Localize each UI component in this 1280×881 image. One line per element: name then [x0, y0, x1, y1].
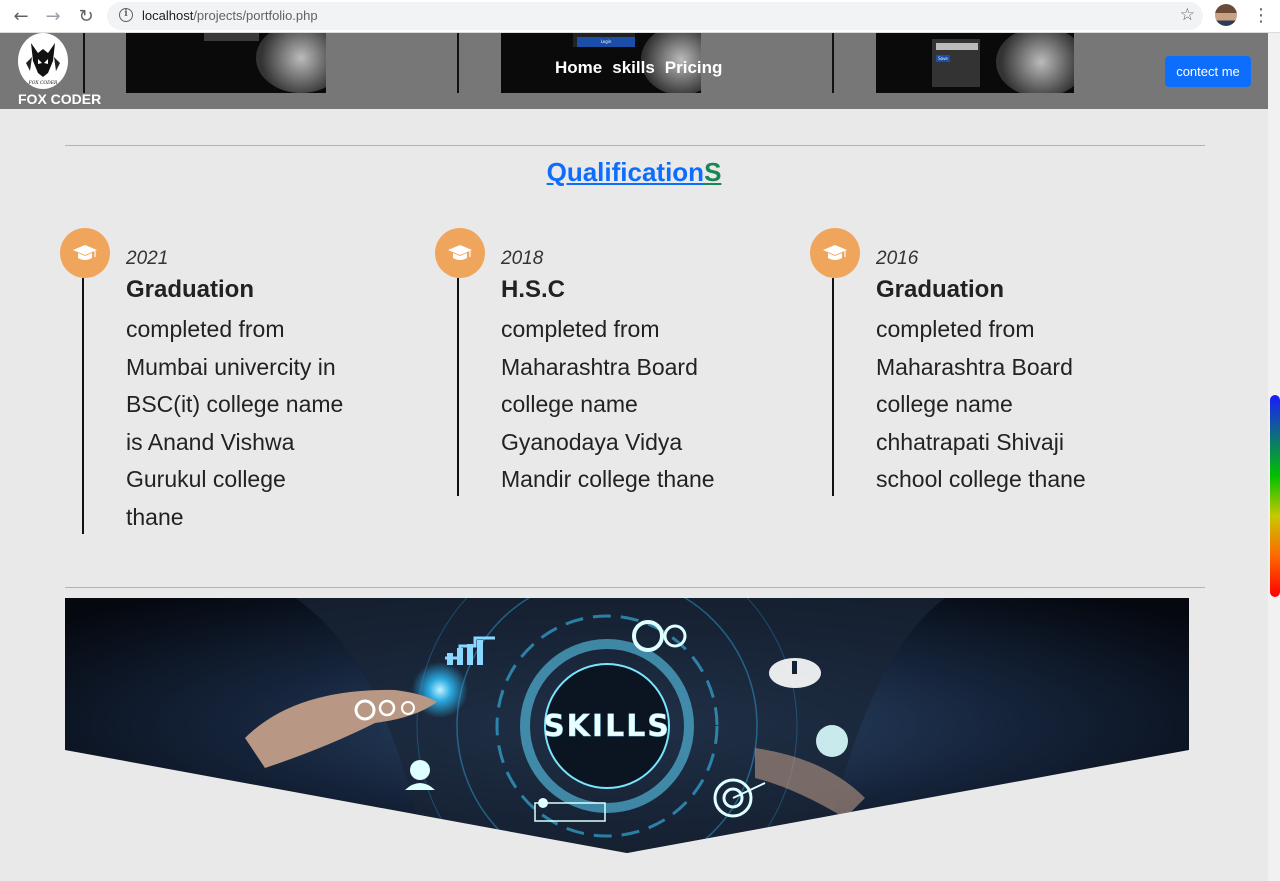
qualification-degree: Graduation	[876, 276, 1005, 303]
page-scrollbar[interactable]	[1268, 33, 1280, 881]
nav-home-link[interactable]: Home	[555, 58, 602, 78]
skills-banner-text: SKILLS	[543, 709, 671, 744]
site-info-icon[interactable]: i	[119, 8, 133, 22]
graduation-cap-icon	[60, 228, 110, 278]
back-arrow-icon[interactable]: ←	[8, 4, 34, 28]
timeline-line	[457, 278, 459, 496]
header-divider	[832, 33, 834, 93]
contact-me-button[interactable]: contect me	[1165, 56, 1251, 87]
qualification-year: 2018	[501, 248, 544, 269]
thumb-login-button: Login	[577, 37, 635, 47]
address-bar[interactable]: i localhost/projects/portfolio.php ☆	[107, 2, 1203, 30]
bookmark-star-icon[interactable]: ☆	[1180, 5, 1195, 25]
header-thumbnail-3: Save	[876, 33, 1074, 93]
thumb-save-button: Save	[936, 55, 950, 62]
qualifications-title: QualificationS	[0, 157, 1268, 188]
site-header: FOX CODER FOX CODER Login Save Home skil…	[0, 33, 1268, 109]
nav-skills-link[interactable]: skills	[612, 58, 655, 78]
browser-menu-icon[interactable]: ⋮	[1252, 3, 1270, 29]
qualification-description: completed from Maharashtra Board college…	[876, 316, 1086, 492]
url-text: localhost/projects/portfolio.php	[142, 8, 318, 23]
section-divider	[65, 587, 1205, 588]
timeline-line	[82, 278, 84, 534]
graduation-cap-icon	[435, 228, 485, 278]
qualifications-title-main[interactable]: Qualification	[547, 157, 704, 187]
section-divider	[65, 145, 1205, 146]
fox-logo[interactable]: FOX CODER	[18, 33, 68, 89]
qualification-description: completed from Maharashtra Board college…	[501, 316, 715, 492]
brand-name: FOX CODER	[18, 91, 102, 107]
qualification-year: 2016	[876, 248, 919, 269]
skills-banner-image: SKILLS	[65, 598, 1189, 853]
nav-pricing-link[interactable]: Pricing	[665, 58, 723, 78]
qualification-year: 2021	[126, 248, 169, 269]
qualification-degree: Graduation	[126, 276, 255, 303]
forward-arrow-icon[interactable]: →	[40, 4, 66, 28]
browser-toolbar: ← → ↻ i localhost/projects/portfolio.php…	[0, 0, 1280, 33]
qualification-degree: H.S.C	[501, 276, 566, 303]
reload-icon[interactable]: ↻	[73, 4, 99, 28]
qualifications-title-end[interactable]: S	[704, 157, 721, 187]
logo-text: FOX CODER	[28, 80, 58, 86]
scrollbar-thumb[interactable]	[1270, 395, 1280, 597]
header-thumbnail-1	[126, 33, 326, 93]
timeline-line	[832, 278, 834, 496]
profile-avatar[interactable]	[1215, 4, 1237, 26]
graduation-cap-icon	[810, 228, 860, 278]
header-divider	[457, 33, 459, 93]
main-nav: Home skills Pricing	[555, 58, 722, 78]
header-divider	[83, 33, 85, 93]
qualification-description: completed from Mumbai univercity in BSC(…	[126, 316, 344, 530]
